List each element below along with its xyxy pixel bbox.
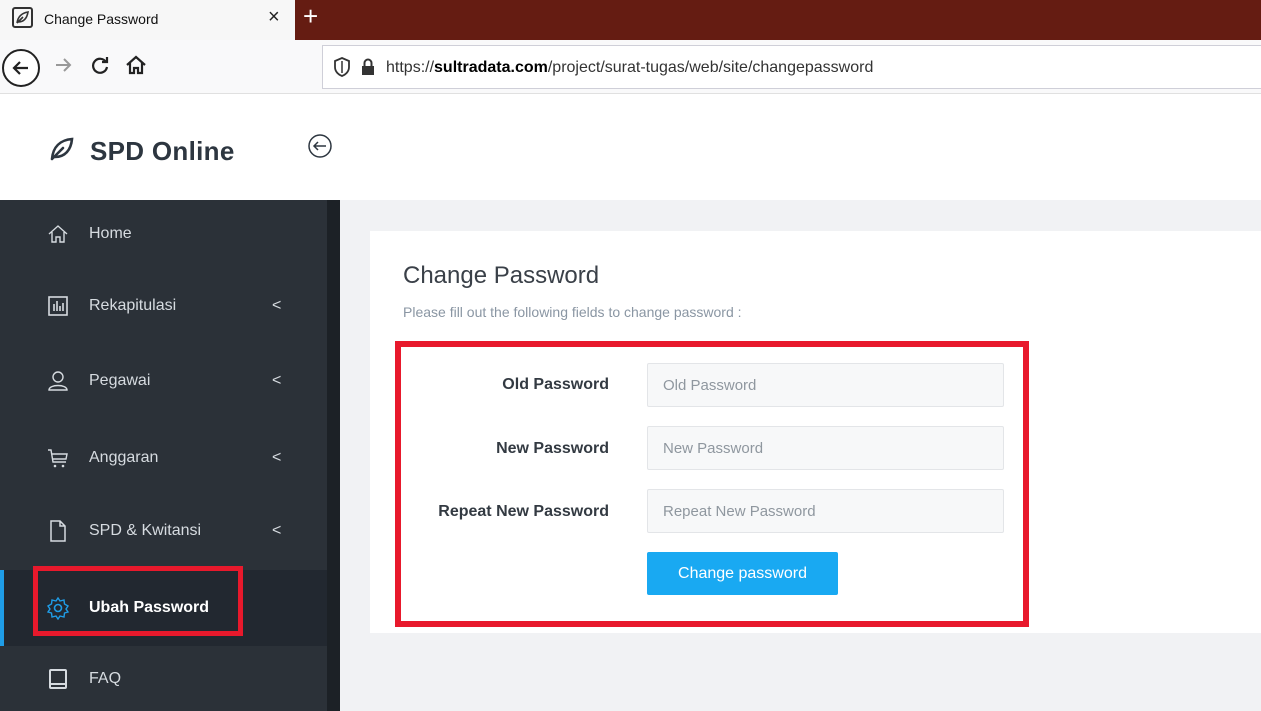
user-icon — [46, 369, 70, 393]
book-icon — [46, 667, 70, 691]
highlight-box-form — [395, 341, 1029, 627]
sidebar-toggle-icon[interactable] — [306, 132, 334, 160]
tab-title: Change Password — [44, 11, 159, 27]
sidebar-item-faq[interactable]: FAQ — [0, 646, 327, 711]
tab-close-icon[interactable]: × — [268, 7, 280, 27]
sidebar-item-pegawai[interactable]: Pegawai < — [0, 344, 327, 418]
sidebar-item-label: Pegawai — [89, 372, 151, 389]
home-icon — [46, 222, 70, 246]
home-browser-icon[interactable] — [124, 53, 148, 82]
back-arrow-icon[interactable] — [2, 49, 40, 87]
highlight-box-sidebar — [33, 566, 243, 636]
sidebar-item-rekapitulasi[interactable]: Rekapitulasi < — [0, 269, 327, 343]
leaf-favicon-icon — [12, 7, 33, 28]
chart-icon — [46, 294, 70, 318]
leaf-logo-icon — [48, 135, 76, 168]
browser-tab-bar: Change Password × + — [0, 0, 1261, 40]
page-subtitle: Please fill out the following fields to … — [403, 304, 742, 320]
chevron-left-icon: < — [272, 297, 282, 314]
sidebar-scrollbar[interactable] — [327, 200, 340, 711]
shield-icon[interactable] — [333, 56, 351, 83]
sidebar-item-anggaran[interactable]: Anggaran < — [0, 421, 327, 495]
new-tab-icon[interactable]: + — [303, 2, 318, 30]
sidebar-item-spd-kwitansi[interactable]: SPD & Kwitansi < — [0, 494, 327, 568]
sidebar-item-label: Rekapitulasi — [89, 297, 177, 314]
sidebar-item-label: Anggaran — [89, 449, 159, 466]
chevron-left-icon: < — [272, 522, 282, 539]
cart-icon — [46, 446, 70, 470]
sidebar-item-home[interactable]: Home — [0, 197, 327, 271]
document-icon — [46, 519, 70, 543]
reload-icon[interactable] — [88, 53, 112, 82]
chevron-left-icon: < — [272, 372, 282, 389]
browser-tab[interactable]: Change Password × — [0, 0, 295, 40]
brand-name: SPD Online — [90, 136, 235, 166]
sidebar-item-label: SPD & Kwitansi — [89, 522, 202, 539]
sidebar-item-label: FAQ — [89, 669, 122, 687]
sidebar-item-label: Home — [89, 225, 132, 242]
chevron-left-icon: < — [272, 449, 282, 466]
url-bar[interactable]: https://sultradata.com/project/surat-tug… — [322, 45, 1261, 89]
page-title: Change Password — [403, 262, 600, 289]
lock-icon[interactable] — [359, 56, 377, 83]
brand-logo[interactable]: SPD Online — [48, 135, 235, 168]
browser-nav-bar: https://sultradata.com/project/surat-tug… — [0, 40, 1261, 94]
active-indicator — [0, 570, 4, 646]
forward-arrow-icon[interactable] — [52, 54, 74, 81]
url-text: https://sultradata.com/project/surat-tug… — [386, 59, 874, 76]
